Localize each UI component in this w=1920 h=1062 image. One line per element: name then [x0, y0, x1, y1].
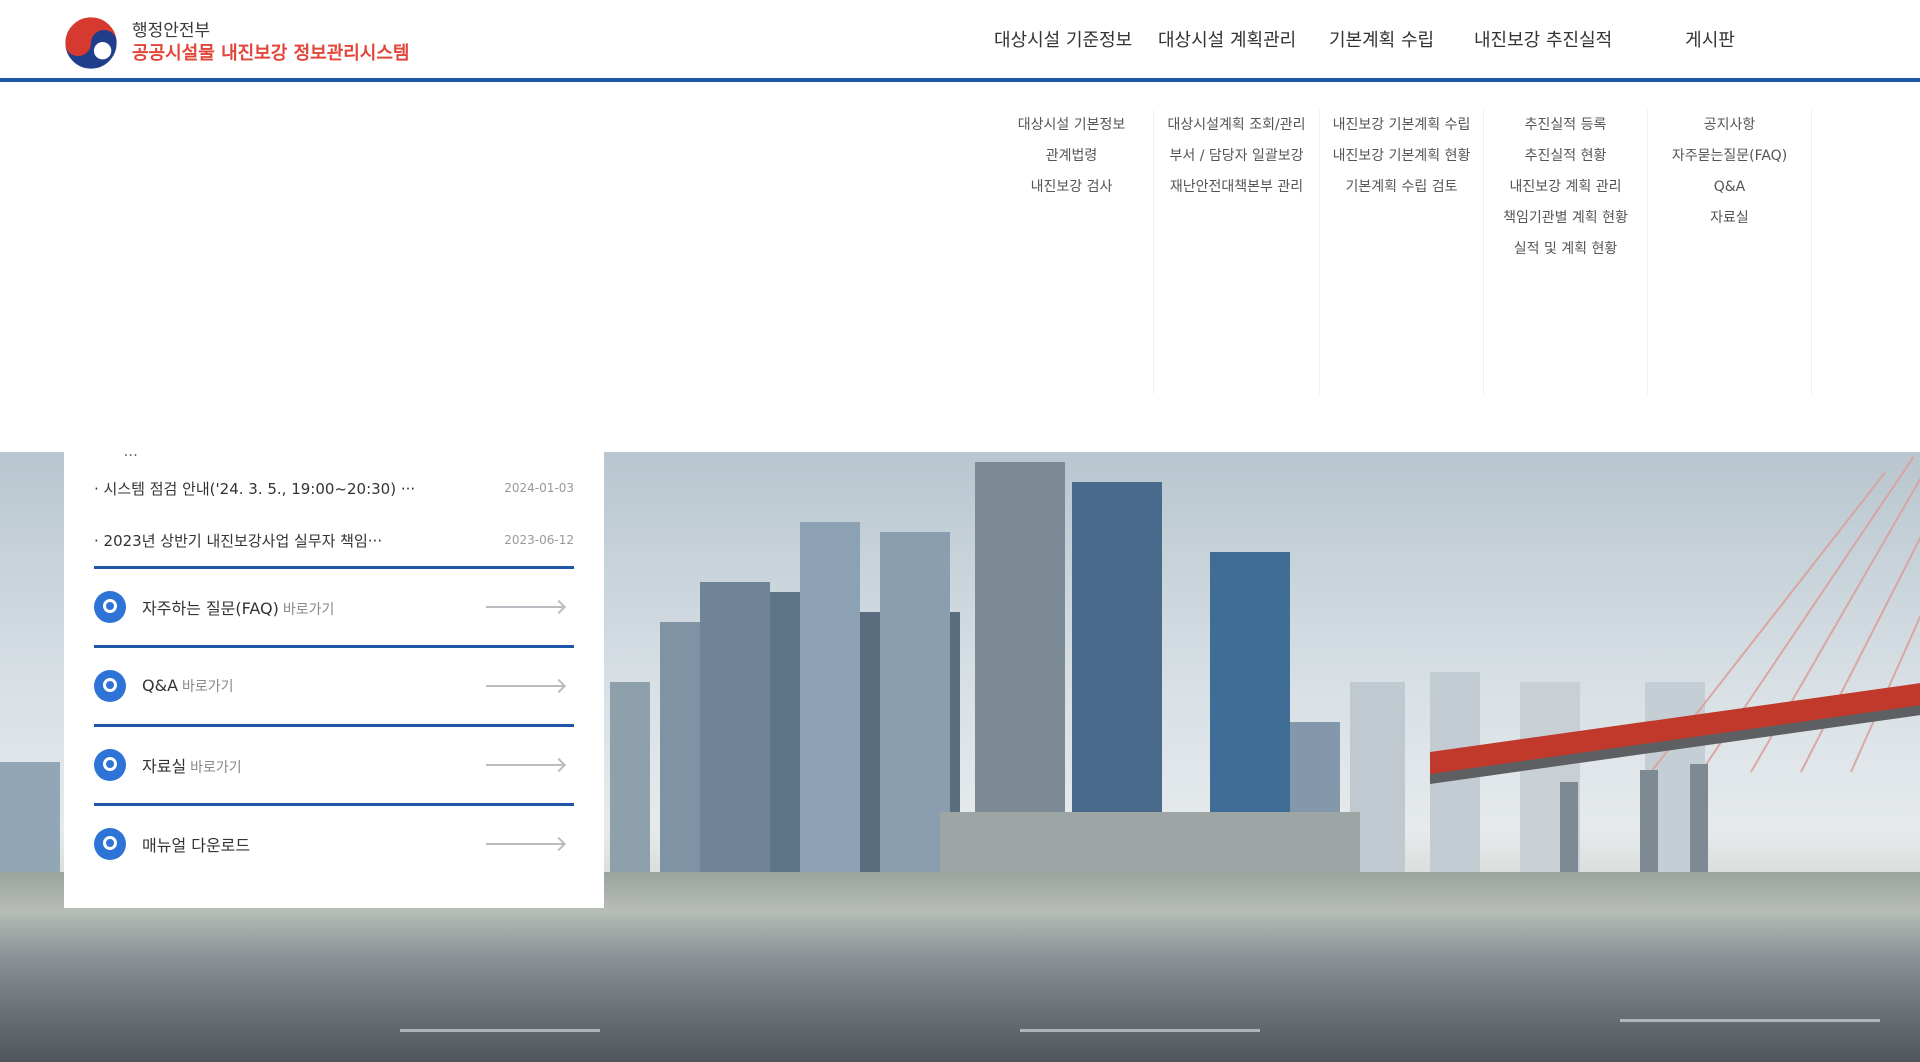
submenu-item[interactable]: 공지사항: [1648, 110, 1811, 141]
notice-title[interactable]: · 2023년 상반기 내진보강사업 실무자 책임···: [94, 530, 474, 551]
submenu-item[interactable]: 대상시설 기본정보: [990, 110, 1153, 141]
submenu-column: 공지사항 자주묻는질문(FAQ) Q&A 자료실: [1648, 110, 1812, 394]
submenu-item[interactable]: 관계법령: [990, 141, 1153, 172]
submenu-column: 추진실적 등록 추진실적 현황 내진보강 계획 관리 책임기관별 계획 현황 실…: [1484, 110, 1648, 394]
building: [0, 762, 60, 882]
road-marking: [1620, 1019, 1880, 1022]
notice-item[interactable]: · 시스템 점검 안내('24. 3. 5., 19:00~20:30) ···…: [94, 462, 574, 514]
submenu-item[interactable]: 추진실적 등록: [1484, 110, 1647, 141]
submenu-column: 대상시설 기본정보 관계법령 내진보강 검사: [990, 110, 1154, 394]
taegeuk-emblem-icon: [64, 16, 118, 70]
submenu-item[interactable]: 내진보강 기본계획 수립: [1320, 110, 1483, 141]
submenu-item[interactable]: 부서 / 담당자 일괄보강: [1154, 141, 1319, 172]
arrow-right-icon: [486, 764, 564, 766]
notice-date: 2024-01-03: [504, 481, 574, 495]
nav-performance[interactable]: 내진보강 추진실적: [1470, 26, 1660, 52]
main-nav: 대상시설 기준정보 대상시설 계획관리 기본계획 수립 내진보강 추진실적 게시…: [990, 0, 1760, 78]
submenu-item[interactable]: 자료실: [1648, 203, 1811, 234]
arrow-right-icon: [486, 843, 564, 845]
nav-facility-info[interactable]: 대상시설 기준정보: [990, 26, 1154, 52]
building: [610, 682, 650, 882]
submenu-item[interactable]: 대상시설계획 조회/관리: [1154, 110, 1319, 141]
board-panel: · ... · 시스템 점검 안내('24. 3. 5., 19:00~20:3…: [64, 444, 604, 908]
quick-link-label: 매뉴얼 다운로드: [142, 836, 251, 855]
submenu-item[interactable]: 기본계획 수립 검토: [1320, 172, 1483, 203]
nav-basic-plan[interactable]: 기본계획 수립: [1325, 26, 1470, 52]
submenu-item[interactable]: 실적 및 계획 현황: [1484, 234, 1647, 265]
road-marking: [1020, 1029, 1260, 1032]
site-logo[interactable]: 행정안전부 공공시설물 내진보강 정보관리시스템: [62, 14, 410, 72]
arrow-right-icon: [486, 606, 564, 608]
site-header: 행정안전부 공공시설물 내진보강 정보관리시스템 대상시설 기준정보 대상시설 …: [0, 0, 1920, 82]
quick-link-manual[interactable]: 매뉴얼 다운로드: [94, 803, 574, 882]
search-bubble-icon: [94, 591, 126, 623]
search-bubble-icon: [94, 749, 126, 781]
mega-menu: 대상시설 기본정보 관계법령 내진보강 검사 대상시설계획 조회/관리 부서 /…: [0, 86, 1920, 452]
submenu-item[interactable]: 책임기관별 계획 현황: [1484, 203, 1647, 234]
submenu-item[interactable]: 내진보강 계획 관리: [1484, 172, 1647, 203]
notice-title[interactable]: · 시스템 점검 안내('24. 3. 5., 19:00~20:30) ···: [94, 478, 474, 499]
search-bubble-icon: [94, 670, 126, 702]
submenu-item[interactable]: 내진보강 기본계획 현황: [1320, 141, 1483, 172]
ministry-name: 행정안전부: [132, 21, 211, 41]
system-title: 공공시설물 내진보강 정보관리시스템: [132, 43, 410, 64]
notice-date: 2023-06-12: [504, 533, 574, 547]
submenu-item[interactable]: 자주묻는질문(FAQ): [1648, 141, 1811, 172]
quick-link-archive[interactable]: 자료실 바로가기: [94, 724, 574, 803]
submenu-item[interactable]: Q&A: [1648, 172, 1811, 203]
quick-link-label: 자주하는 질문(FAQ) 바로가기: [142, 599, 335, 618]
submenu-item[interactable]: 재난안전대책본부 관리: [1154, 172, 1319, 203]
quick-link-qna[interactable]: Q&A 바로가기: [94, 645, 574, 724]
road-marking: [400, 1029, 600, 1032]
submenu-column: 대상시설계획 조회/관리 부서 / 담당자 일괄보강 재난안전대책본부 관리: [1154, 110, 1320, 394]
quick-link-label: Q&A 바로가기: [142, 676, 234, 695]
quick-link-faq[interactable]: 자주하는 질문(FAQ) 바로가기: [94, 566, 574, 645]
building: [700, 582, 770, 882]
submenu-item[interactable]: 추진실적 현황: [1484, 141, 1647, 172]
search-bubble-icon: [94, 828, 126, 860]
building: [800, 522, 860, 882]
nav-board[interactable]: 게시판: [1660, 26, 1760, 52]
submenu-column: 내진보강 기본계획 수립 내진보강 기본계획 현황 기본계획 수립 검토: [1320, 110, 1484, 394]
quick-link-label: 자료실 바로가기: [142, 757, 242, 776]
arrow-right-icon: [486, 685, 564, 687]
submenu-item[interactable]: 내진보강 검사: [990, 172, 1153, 203]
nav-facility-plan[interactable]: 대상시설 계획관리: [1154, 26, 1325, 52]
notice-item[interactable]: · 2023년 상반기 내진보강사업 실무자 책임··· 2023-06-12: [94, 514, 574, 566]
